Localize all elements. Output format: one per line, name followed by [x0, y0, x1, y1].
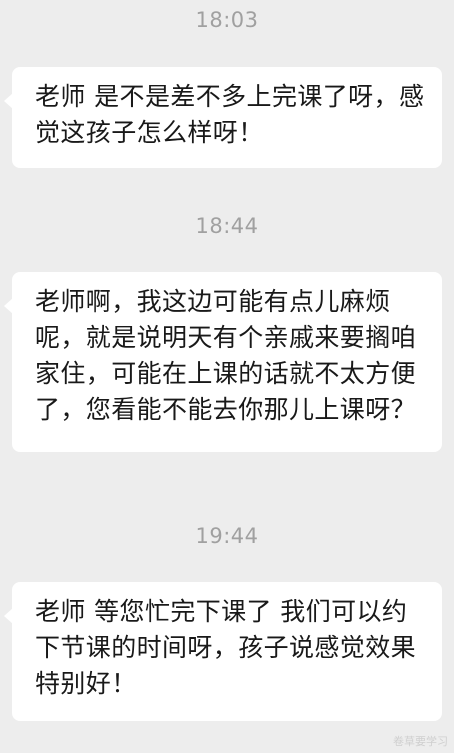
- message-bubble[interactable]: 老师 等您忙完下课了 我们可以约下节课的时间呀，孩子说感觉效果特别好！: [4, 582, 442, 721]
- bubble-tail: [4, 298, 13, 314]
- message-timestamp: 18:03: [195, 8, 259, 32]
- message-timestamp: 18:44: [195, 214, 259, 238]
- message-text: 老师啊，我这边可能有点儿麻烦呢，就是说明天有个亲戚来要搁咱家住，可能在上课的话就…: [35, 287, 417, 424]
- bubble-tail: [4, 608, 13, 624]
- message-text: 老师 等您忙完下课了 我们可以约下节课的时间呀，孩子说感觉效果特别好！: [35, 597, 417, 698]
- message-text: 老师 是不是差不多上完课了呀，感觉这孩子怎么样呀！: [35, 82, 425, 147]
- message-bubble[interactable]: 老师啊，我这边可能有点儿麻烦呢，就是说明天有个亲戚来要搁咱家住，可能在上课的话就…: [4, 272, 442, 452]
- message-timestamp: 19:44: [195, 524, 259, 548]
- bubble-tail: [4, 93, 13, 109]
- message-bubble[interactable]: 老师 是不是差不多上完课了呀，感觉这孩子怎么样呀！: [4, 67, 442, 168]
- watermark: 卷草要学习: [393, 735, 448, 748]
- chat-window: 18:03 老师 是不是差不多上完课了呀，感觉这孩子怎么样呀！ 18:44 老师…: [0, 0, 454, 753]
